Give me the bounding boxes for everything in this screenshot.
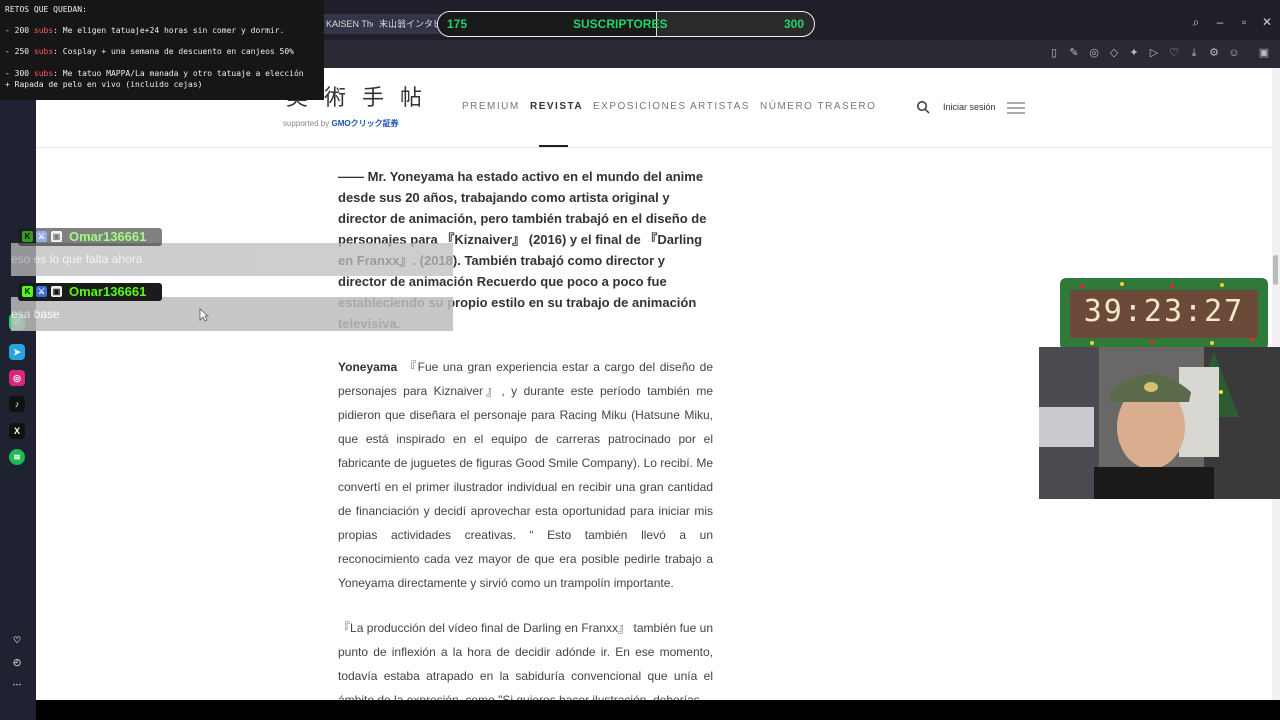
x-icon[interactable]: X (9, 423, 25, 439)
settings-icon[interactable]: ⚙ (1207, 46, 1221, 60)
shield-icon[interactable]: ◇ (1107, 46, 1121, 60)
countdown-timer: 39:23:27 (1060, 278, 1268, 350)
heart-icon[interactable]: ♡ (9, 632, 25, 648)
search-icon[interactable] (916, 100, 930, 114)
play-icon[interactable]: ▷ (1147, 46, 1161, 60)
challenge-item: - 300 subs: Me tatuo MAPPA/La manada y o… (5, 69, 304, 78)
more-icon[interactable]: ⋯ (9, 676, 25, 692)
kick-badge-icon: K (22, 286, 33, 297)
article-paragraph: Yoneyama 『Fue una gran experiencia estar … (338, 355, 713, 595)
chat-username-tag: K ⚔ ▣ Omar136661 (18, 283, 162, 301)
wallet-icon[interactable]: ▣ (1257, 46, 1271, 60)
telegram-icon[interactable]: ➤ (9, 344, 25, 360)
chat-username[interactable]: Omar136661 (69, 229, 146, 244)
screenshot-icon[interactable]: ◎ (1087, 46, 1101, 60)
chat-message: esa base (11, 297, 453, 331)
streamer-camera-image (1039, 347, 1280, 499)
maximize-icon[interactable]: ▫ (1236, 14, 1252, 30)
challenge-item: - 200 subs: Me eligen tatuaje+24 horas s… (5, 26, 285, 35)
subs-goal: 300 (784, 17, 805, 31)
instagram-icon[interactable]: ◎ (9, 370, 25, 386)
chat-message: eso es lo que falta ahora (11, 243, 453, 276)
paragraph-text: 『Fue una gran experiencia estar a cargo … (338, 360, 713, 590)
chat-text: eso es lo que falta ahora (11, 252, 143, 266)
nav-premium[interactable]: PREMIUM (462, 101, 520, 112)
heart-icon[interactable]: ♡ (1167, 46, 1181, 60)
scrollbar-thumb[interactable] (1273, 255, 1278, 285)
chat-text: esa base (11, 307, 60, 321)
nav-numero-trasero[interactable]: NÚMERO TRASERO (760, 101, 876, 112)
subs-label: SUSCRIPTORES (573, 17, 668, 31)
history-icon[interactable]: ◴ (9, 654, 25, 670)
subscriber-goal-bar: 175 SUSCRIPTORES 300 (437, 11, 815, 37)
supported-by-text: supported by (283, 119, 330, 128)
kick-badge-icon: K (22, 231, 33, 242)
nav-artistas[interactable]: ARTISTAS (690, 101, 750, 112)
tab-label: KAISEN The (326, 19, 377, 29)
sidebar-apps: ✆ ➤ ◎ ♪ X ≋ ♡ ◴ ⋯ (0, 68, 36, 720)
hamburger-menu-icon[interactable] (1007, 102, 1025, 114)
login-link[interactable]: Iniciar sesión (943, 102, 996, 112)
tiktok-icon[interactable]: ♪ (9, 396, 25, 412)
search-tabs-icon[interactable]: ⌕ (1188, 14, 1204, 30)
edit-icon[interactable]: ✎ (1067, 46, 1081, 60)
mod-badge-icon: ⚔ (36, 286, 47, 297)
chat-username-tag: K ⚔ ▣ Omar136661 (18, 228, 162, 246)
sponsor-line: supported by GMOクリック証券 (283, 118, 399, 129)
extension-icon[interactable]: ✦ (1127, 46, 1141, 60)
browser-tab-active[interactable]: 末山翁インタビ (373, 14, 445, 34)
subs-current: 175 (447, 17, 468, 31)
spotify-icon[interactable]: ≋ (9, 449, 25, 465)
timer-value: 39:23:27 (1083, 294, 1245, 329)
chat-username[interactable]: Omar136661 (69, 284, 146, 299)
webcam-feed (1039, 347, 1280, 499)
tab-label: 末山翁インタビ (379, 19, 443, 29)
challenges-panel: RETOS QUE QUEDAN: - 200 subs: Me eligen … (0, 0, 324, 100)
speaker-name: Yoneyama (338, 360, 398, 374)
header-divider (36, 147, 1272, 148)
nav-exposiciones[interactable]: EXPOSICIONES (593, 101, 687, 112)
nav-revista[interactable]: REVISTA (530, 101, 583, 112)
challenge-item: - 250 subs: Cosplay + una semana de desc… (5, 47, 294, 56)
close-icon[interactable]: ✕ (1259, 14, 1275, 30)
article-paragraph: 『La producción del vídeo final de Darlin… (338, 621, 713, 700)
reader-icon[interactable]: ▯ (1047, 46, 1061, 60)
sponsor-logo[interactable]: GMOクリック証券 (332, 119, 399, 128)
challenges-title: RETOS QUE QUEDAN: (5, 5, 87, 14)
bottom-strip (36, 700, 1280, 720)
subscriber-badge-icon: ▣ (51, 231, 62, 242)
minimize-icon[interactable]: – (1212, 14, 1228, 30)
profile-icon[interactable]: ☺ (1227, 46, 1241, 60)
subscriber-badge-icon: ▣ (51, 286, 62, 297)
challenge-extra: + Rapada de pelo en vivo (incluido cejas… (5, 80, 203, 89)
mouse-cursor-icon (199, 308, 209, 322)
mod-badge-icon: ⚔ (36, 231, 47, 242)
download-icon[interactable]: ⤓ (1187, 46, 1201, 60)
